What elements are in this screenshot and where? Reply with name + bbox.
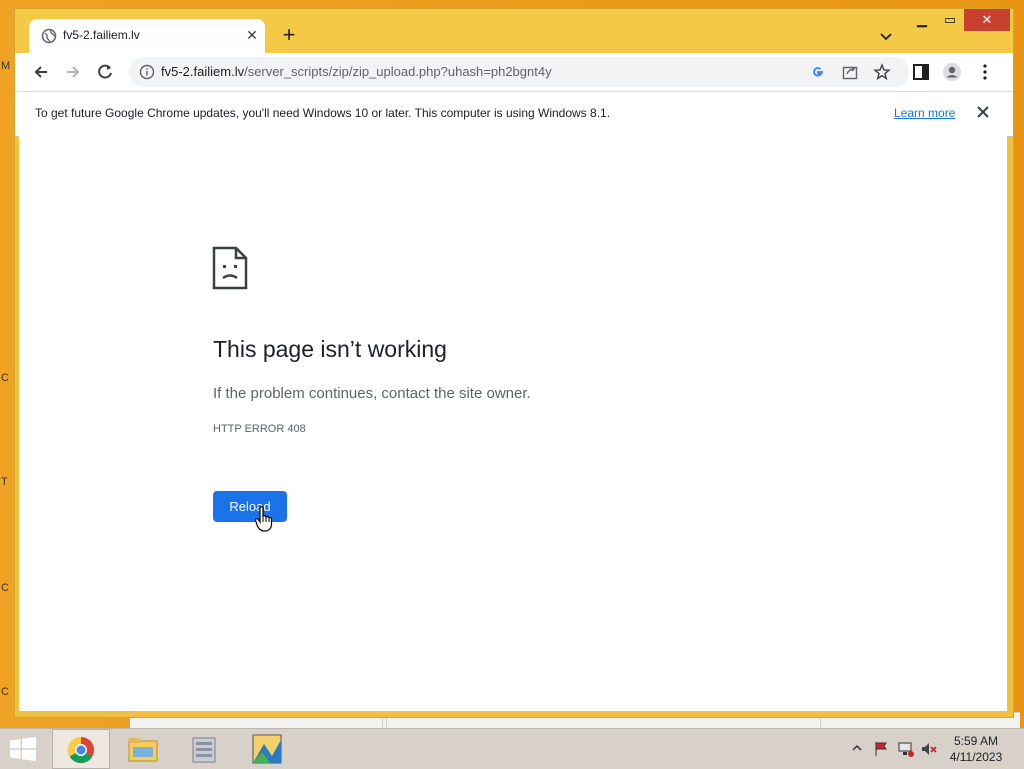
infobar-message: To get future Google Chrome updates, you… [35,106,611,120]
chrome-icon [67,736,94,764]
address-bar[interactable]: fv5-2.failiem.lv/server_scripts/zip/zip_… [129,57,909,87]
globe-icon [41,28,57,44]
taskbar-archive[interactable] [176,729,234,769]
sad-page-icon [212,246,248,290]
url-path: /server_scripts/zip/zip_upload.php?uhash… [244,64,552,79]
hand-cursor-icon [254,506,273,532]
taskbar-chrome[interactable] [52,729,110,769]
more-menu-icon[interactable] [975,62,995,82]
error-subtitle: If the problem continues, contact the si… [213,385,531,402]
forward-arrow-icon[interactable] [63,62,83,82]
image-editor-icon [252,734,282,764]
network-icon[interactable] [897,740,915,758]
action-center-flag-icon[interactable] [873,740,891,758]
infobar-close-icon[interactable] [975,104,991,120]
folder-icon [128,738,158,762]
url-text: fv5-2.failiem.lv/server_scripts/zip/zip_… [161,64,552,79]
tab-close-icon[interactable]: ✕ [243,26,261,44]
taskbar-file-explorer[interactable] [114,729,172,769]
minimize-button[interactable]: ▁ [908,9,936,31]
tab-title: fv5-2.failiem.lv [63,28,140,42]
windows-start-icon[interactable] [8,737,38,761]
error-title: This page isn’t working [213,336,447,362]
share-icon[interactable] [841,63,859,81]
taskbar: 5:59 AM 4/11/2023 [0,728,1024,769]
bookmark-star-icon[interactable] [873,63,891,81]
desktop-edge-text: C [1,372,9,384]
update-infobar: To get future Google Chrome updates, you… [15,91,1013,137]
site-info-icon[interactable] [139,64,155,80]
google-lens-icon[interactable] [809,63,827,81]
reload-button[interactable]: Reload [213,491,287,522]
side-panel-icon[interactable] [911,62,931,82]
learn-more-link[interactable]: Learn more [894,106,955,120]
desktop-edge-text: C [1,686,9,698]
error-code: HTTP ERROR 408 [213,423,306,435]
chrome-window: fv5-2.failiem.lv ✕ + ▁ ▭ ✕ fv5-2.failiem… [14,8,1014,718]
clock-time: 5:59 AM [953,734,999,748]
archive-icon [192,737,216,763]
page-content: This page isn’t working If the problem c… [19,136,1007,711]
titlebar: fv5-2.failiem.lv ✕ + ▁ ▭ ✕ [15,9,1013,53]
back-arrow-icon[interactable] [31,62,51,82]
tray-expand-icon[interactable] [852,743,862,753]
new-tab-icon[interactable]: + [279,24,299,46]
tab-active[interactable]: fv5-2.failiem.lv ✕ [29,19,265,53]
toolbar: fv5-2.failiem.lv/server_scripts/zip/zip_… [15,53,1013,91]
close-window-button[interactable]: ✕ [964,9,1010,31]
clock[interactable]: 5:59 AM 4/11/2023 [944,733,1008,765]
desktop-edge-text: T [1,476,8,488]
maximize-button[interactable]: ▭ [936,9,964,31]
clock-date: 4/11/2023 [949,750,1003,764]
desktop-edge-text: M [1,60,11,72]
url-host: fv5-2.failiem.lv [161,64,245,79]
volume-muted-icon[interactable] [920,740,938,758]
chevron-down-icon[interactable] [877,27,895,45]
profile-avatar-icon[interactable] [942,62,962,82]
desktop-edge-text: C [1,582,9,594]
reload-icon[interactable] [95,62,115,82]
taskbar-paint[interactable] [238,729,296,769]
